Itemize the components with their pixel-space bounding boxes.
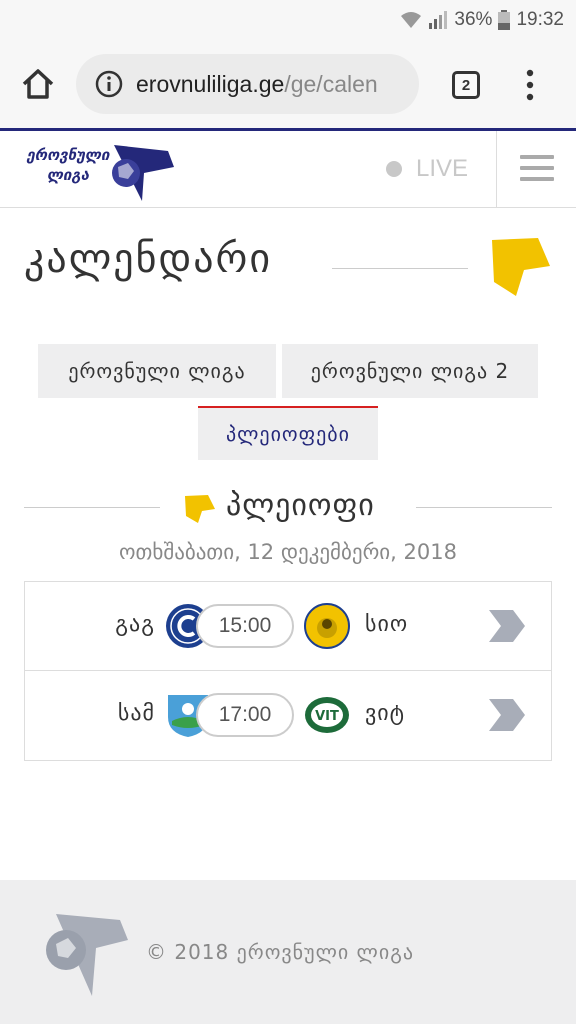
section-divider-left — [24, 507, 160, 508]
home-icon[interactable] — [20, 66, 56, 102]
tab-erovnuli-liga-2[interactable]: ეროვნული ლიგა 2 — [282, 344, 538, 398]
live-dot-icon — [386, 161, 402, 177]
browser-toolbar: erovnuliliga.ge/ge/calen 2 — [0, 40, 576, 128]
flag-icon — [184, 494, 216, 524]
site-header: ეროვნული ლიგა LIVE — [0, 128, 576, 208]
home-team-name: გაგ — [115, 612, 155, 637]
tab-playoffs[interactable]: პლეიოფები — [198, 406, 378, 460]
url-path: /ge/calen — [284, 70, 378, 97]
away-team-name: სიო — [365, 612, 409, 637]
match-date: ოთხშაბათი, 12 დეკემბერი, 2018 — [119, 540, 457, 564]
team-crest-icon: VIT — [303, 691, 351, 739]
hamburger-menu-icon[interactable] — [520, 155, 554, 183]
chevron-right-icon[interactable] — [487, 697, 527, 733]
header-divider — [496, 131, 497, 208]
battery-percent: 36% — [454, 9, 493, 30]
url-text: erovnuliliga.ge/ge/calen — [136, 71, 378, 98]
chevron-right-icon[interactable] — [487, 608, 527, 644]
team-crest-icon — [303, 602, 351, 650]
section-title: პლეიოფი — [226, 488, 375, 523]
section-divider-right — [416, 507, 552, 508]
overflow-menu-icon[interactable] — [520, 68, 540, 102]
tab-erovnuli-liga[interactable]: ეროვნული ლიგა — [38, 344, 276, 398]
signal-icon — [428, 11, 448, 29]
wifi-icon — [400, 11, 422, 29]
address-bar[interactable]: erovnuliliga.ge/ge/calen — [76, 54, 419, 114]
match-list: გაგ 15:00 სიო სამ 17:00 VIT ვიტ — [24, 581, 552, 761]
url-host: erovnuliliga.ge — [136, 70, 285, 97]
logo-text: ეროვნული ლიგა — [26, 146, 110, 184]
site-footer: © 2018 ეროვნული ლიგა — [0, 880, 576, 1024]
site-logo[interactable]: ეროვნული ლიგა — [18, 139, 178, 203]
page-title: კალენდარი — [24, 236, 273, 282]
svg-text:VIT: VIT — [315, 709, 339, 724]
copyright-text: © 2018 ეროვნული ლიგა — [146, 940, 414, 964]
info-icon[interactable] — [94, 69, 124, 99]
live-label: LIVE — [416, 155, 469, 182]
match-row[interactable]: სამ 17:00 VIT ვიტ — [25, 671, 551, 760]
match-row[interactable]: გაგ 15:00 სიო — [25, 582, 551, 671]
live-link[interactable]: LIVE — [386, 155, 468, 183]
status-bar: 36% 19:32 — [0, 0, 576, 40]
match-time: 17:00 — [196, 693, 294, 737]
tab-switcher-button[interactable]: 2 — [452, 71, 480, 99]
title-divider — [332, 268, 468, 269]
footer-logo-icon — [36, 910, 132, 1000]
away-team-name: ვიტ — [365, 701, 406, 726]
battery-icon — [498, 10, 511, 30]
match-time: 15:00 — [196, 604, 294, 648]
flag-icon — [490, 236, 552, 298]
home-team-name: სამ — [117, 701, 155, 726]
section-header: პლეიოფი — [0, 484, 576, 534]
clock: 19:32 — [516, 9, 564, 30]
